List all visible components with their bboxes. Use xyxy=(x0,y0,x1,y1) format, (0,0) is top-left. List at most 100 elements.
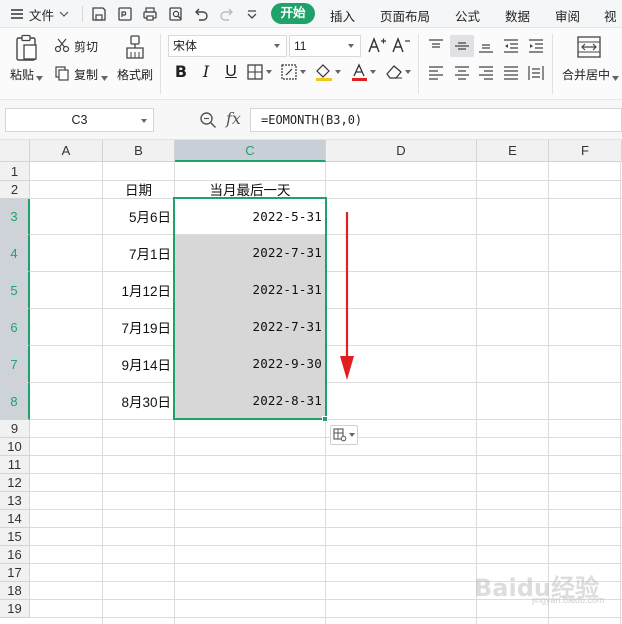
fill-color-icon xyxy=(316,64,341,81)
row-header-6[interactable]: 6 xyxy=(0,309,30,346)
cut-button[interactable] xyxy=(54,37,70,53)
row-header-7[interactable]: 7 xyxy=(0,346,30,383)
cell-b5[interactable]: 1月12日 xyxy=(103,271,174,308)
distributed-icon xyxy=(528,66,544,80)
divider xyxy=(418,34,419,94)
tab-formulas[interactable]: 公式 xyxy=(455,6,480,25)
cut-label[interactable]: 剪切 xyxy=(74,38,98,55)
align-right-button[interactable] xyxy=(478,65,494,84)
column-header-a[interactable]: A xyxy=(30,140,103,162)
column-header-f[interactable]: F xyxy=(549,140,622,162)
align-top-button[interactable] xyxy=(428,38,444,57)
cell-b6[interactable]: 7月19日 xyxy=(103,308,174,345)
align-left-button[interactable] xyxy=(428,65,444,84)
column-line xyxy=(476,162,477,624)
file-menu[interactable]: 文件 xyxy=(10,5,69,23)
row-header-12[interactable]: 12 xyxy=(0,474,30,492)
fill-color-button[interactable] xyxy=(314,63,342,84)
row-header-13[interactable]: 13 xyxy=(0,492,30,510)
row-header-19[interactable]: 19 xyxy=(0,600,30,618)
row-header-18[interactable]: 18 xyxy=(0,582,30,600)
decrease-font-button[interactable] xyxy=(391,35,411,58)
row-line xyxy=(30,527,622,528)
merge-center-label[interactable]: 合并居中 xyxy=(562,66,610,83)
tab-review[interactable]: 审阅 xyxy=(555,6,580,25)
print-button[interactable] xyxy=(141,4,159,24)
row-header-16[interactable]: 16 xyxy=(0,546,30,564)
row-header-9[interactable]: 9 xyxy=(0,420,30,438)
clear-button[interactable] xyxy=(384,63,412,84)
tab-insert[interactable]: 插入 xyxy=(330,6,355,25)
save-button[interactable] xyxy=(90,4,108,24)
align-center-button[interactable] xyxy=(454,65,470,84)
special-format-button[interactable] xyxy=(281,64,307,83)
quick-access-more-button[interactable] xyxy=(243,4,261,24)
format-painter-button[interactable] xyxy=(124,34,146,62)
name-box[interactable]: C3 xyxy=(5,108,154,132)
cell-b4[interactable]: 7月1日 xyxy=(103,234,174,271)
italic-button[interactable]: I xyxy=(197,62,215,82)
insert-function-button[interactable]: fx xyxy=(226,109,241,128)
column-header-d[interactable]: D xyxy=(326,140,477,162)
row-header-11[interactable]: 11 xyxy=(0,456,30,474)
auto-fill-options-button[interactable] xyxy=(330,425,358,445)
row-header-17[interactable]: 17 xyxy=(0,564,30,582)
tab-data[interactable]: 数据 xyxy=(505,6,530,25)
increase-font-button[interactable] xyxy=(367,35,387,60)
increase-indent-button[interactable] xyxy=(528,38,544,57)
merge-center-dropdown[interactable] xyxy=(612,70,619,84)
formula-input[interactable]: =EOMONTH(B3,0) xyxy=(250,108,622,132)
copy-button[interactable] xyxy=(54,65,70,81)
paste-dropdown[interactable] xyxy=(36,70,43,84)
row-header-3[interactable]: 3 xyxy=(0,199,30,235)
cell-b3[interactable]: 5月6日 xyxy=(103,198,174,234)
chevron-down-icon xyxy=(274,44,280,48)
align-middle-icon xyxy=(455,42,469,50)
bold-button[interactable]: B xyxy=(172,62,190,82)
cell-b8[interactable]: 8月30日 xyxy=(103,382,174,419)
redo-button[interactable] xyxy=(218,4,236,24)
font-color-button[interactable] xyxy=(350,63,378,84)
cell-c2[interactable]: 当月最后一天 xyxy=(175,180,325,198)
justify-button[interactable] xyxy=(503,65,519,84)
row-header-14[interactable]: 14 xyxy=(0,510,30,528)
column-header-c[interactable]: C xyxy=(175,140,326,162)
underline-button[interactable]: U xyxy=(222,62,240,82)
cell-b7[interactable]: 9月14日 xyxy=(103,345,174,382)
row-line xyxy=(30,491,622,492)
decrease-font-icon xyxy=(392,37,410,53)
cell-b2[interactable]: 日期 xyxy=(103,180,174,198)
row-line xyxy=(30,617,622,618)
fill-handle[interactable] xyxy=(322,416,328,422)
borders-icon xyxy=(247,64,272,80)
paste-button[interactable] xyxy=(14,34,40,62)
copy-label[interactable]: 复制 xyxy=(74,66,98,83)
decrease-indent-button[interactable] xyxy=(503,38,519,57)
copy-dropdown[interactable] xyxy=(101,70,108,84)
align-middle-button[interactable] xyxy=(454,38,470,57)
tab-page-layout[interactable]: 页面布局 xyxy=(380,6,430,25)
undo-button[interactable] xyxy=(192,4,210,24)
zoom-button[interactable] xyxy=(199,111,217,132)
column-header-e[interactable]: E xyxy=(477,140,549,162)
row-header-4[interactable]: 4 xyxy=(0,235,30,272)
format-painter-label[interactable]: 格式刷 xyxy=(117,66,153,83)
merge-center-button[interactable] xyxy=(577,36,601,61)
distributed-button[interactable] xyxy=(528,65,544,84)
tab-home[interactable]: 开始 xyxy=(271,3,315,24)
column-header-b[interactable]: B xyxy=(103,140,175,162)
row-header-1[interactable]: 1 xyxy=(0,162,30,181)
align-bottom-button[interactable] xyxy=(478,38,494,57)
font-name-select[interactable]: 宋体 xyxy=(168,35,287,57)
print-preview-button[interactable] xyxy=(167,4,185,24)
row-header-10[interactable]: 10 xyxy=(0,438,30,456)
select-all-corner[interactable] xyxy=(0,140,30,162)
row-header-15[interactable]: 15 xyxy=(0,528,30,546)
paste-label[interactable]: 粘贴 xyxy=(10,66,34,83)
export-pdf-button[interactable] xyxy=(116,4,134,24)
row-header-8[interactable]: 8 xyxy=(0,383,30,420)
row-header-5[interactable]: 5 xyxy=(0,272,30,309)
borders-button[interactable] xyxy=(247,64,273,83)
row-header-2[interactable]: 2 xyxy=(0,181,30,199)
font-size-select[interactable]: 11 xyxy=(289,35,361,57)
